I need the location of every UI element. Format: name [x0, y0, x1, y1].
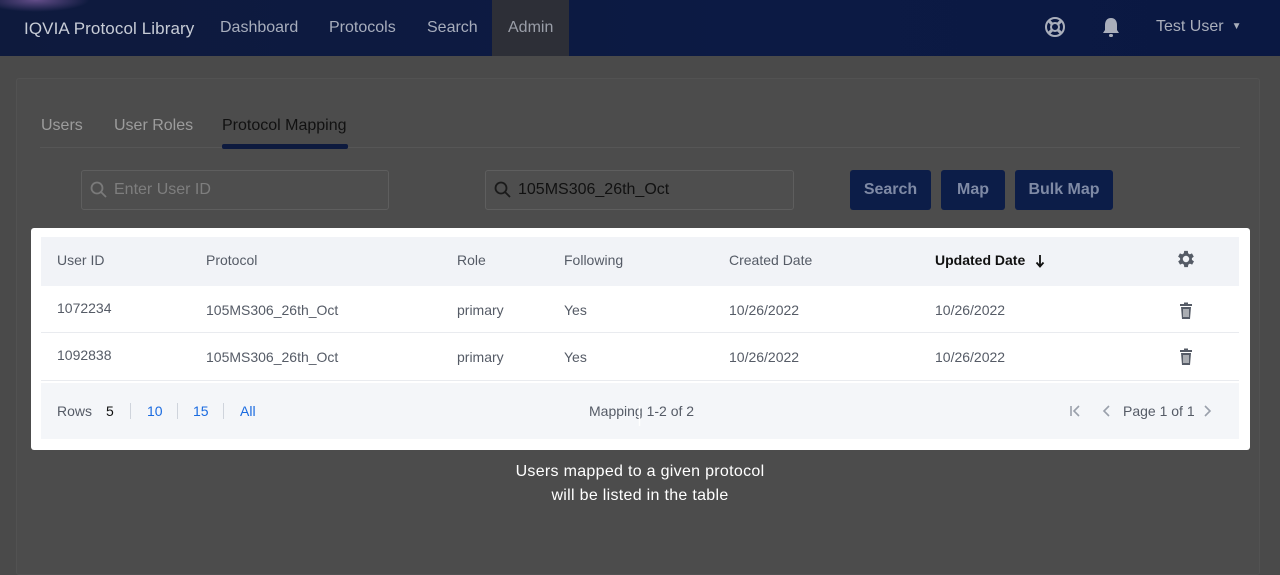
search-icon: [494, 181, 511, 198]
column-user-id[interactable]: User ID: [57, 252, 104, 268]
text-cursor-icon: [638, 406, 641, 426]
lifebuoy-icon[interactable]: [1043, 16, 1067, 40]
rows-option-10[interactable]: 10: [147, 403, 163, 419]
cell-updated-date: 10/26/2022: [935, 302, 1006, 318]
user-menu[interactable]: Test User ▼: [1156, 18, 1241, 36]
column-protocol[interactable]: Protocol: [206, 252, 257, 268]
bulk-map-button[interactable]: Bulk Map: [1015, 170, 1113, 210]
previous-page-icon[interactable]: [1101, 405, 1113, 417]
delete-icon[interactable]: [1179, 348, 1193, 366]
sort-down-arrow-icon: [1035, 255, 1045, 268]
tab-user-roles[interactable]: User Roles: [114, 117, 193, 135]
cell-role: primary: [457, 349, 504, 365]
cell-following: Yes: [564, 302, 587, 318]
bell-icon[interactable]: [1099, 16, 1123, 40]
search-button[interactable]: Search: [850, 170, 931, 210]
cell-created-date: 10/26/2022: [729, 302, 800, 318]
user-name: Test User: [1156, 18, 1224, 35]
cell-updated-date: 10/26/2022: [935, 349, 1006, 365]
user-id-input[interactable]: [114, 171, 374, 209]
divider: [177, 403, 178, 419]
rows-option-all[interactable]: All: [240, 403, 256, 419]
gear-icon[interactable]: [1175, 248, 1197, 270]
tab-protocol-mapping[interactable]: Protocol Mapping: [222, 117, 347, 135]
tab-users[interactable]: Users: [41, 117, 83, 135]
rows-option-5[interactable]: 5: [106, 403, 114, 419]
map-button[interactable]: Map: [941, 170, 1005, 210]
protocol-input[interactable]: [518, 171, 778, 209]
column-role[interactable]: Role: [457, 252, 486, 268]
active-tab-indicator: [222, 144, 348, 149]
column-updated-date[interactable]: Updated Date: [935, 252, 1045, 268]
top-nav-bar: IQVIA Protocol Library Dashboard Protoco…: [0, 0, 1280, 56]
nav-admin[interactable]: Admin: [492, 0, 570, 56]
tabs-divider: [40, 147, 1240, 148]
rows-option-15[interactable]: 15: [193, 403, 209, 419]
tour-tooltip: Users mapped to a given protocol will be…: [515, 463, 765, 504]
page-indicator: Page 1 of 1: [1123, 403, 1195, 419]
nav-search[interactable]: Search: [411, 0, 494, 56]
rows-label: Rows: [57, 403, 93, 419]
delete-icon[interactable]: [1179, 302, 1193, 320]
first-page-icon[interactable]: [1069, 405, 1081, 417]
cell-created-date: 10/26/2022: [729, 349, 800, 365]
caret-down-icon: ▼: [1231, 21, 1242, 32]
cell-protocol: 105MS306_26th_Oct: [206, 349, 339, 365]
cell-user-id: 1072234: [57, 300, 112, 316]
cell-following: Yes: [564, 349, 587, 365]
cell-role: primary: [457, 302, 504, 318]
divider: [130, 403, 131, 419]
nav-protocols[interactable]: Protocols: [313, 0, 412, 56]
column-created-date[interactable]: Created Date: [729, 252, 812, 268]
cell-user-id: 1092838: [57, 347, 112, 363]
user-id-search: [81, 170, 389, 210]
column-updated-date-label: Updated Date: [935, 252, 1026, 268]
search-icon: [90, 181, 107, 198]
cell-protocol: 105MS306_26th_Oct: [206, 302, 339, 318]
protocol-search: [485, 170, 794, 210]
column-following[interactable]: Following: [564, 252, 623, 268]
mapping-count: Mapping 1-2 of 2: [589, 403, 695, 419]
nav-dashboard[interactable]: Dashboard: [204, 0, 314, 56]
app-title[interactable]: IQVIA Protocol Library: [24, 19, 194, 39]
divider: [223, 403, 224, 419]
brand-decoration: [0, 0, 90, 12]
next-page-icon[interactable]: [1201, 405, 1213, 417]
